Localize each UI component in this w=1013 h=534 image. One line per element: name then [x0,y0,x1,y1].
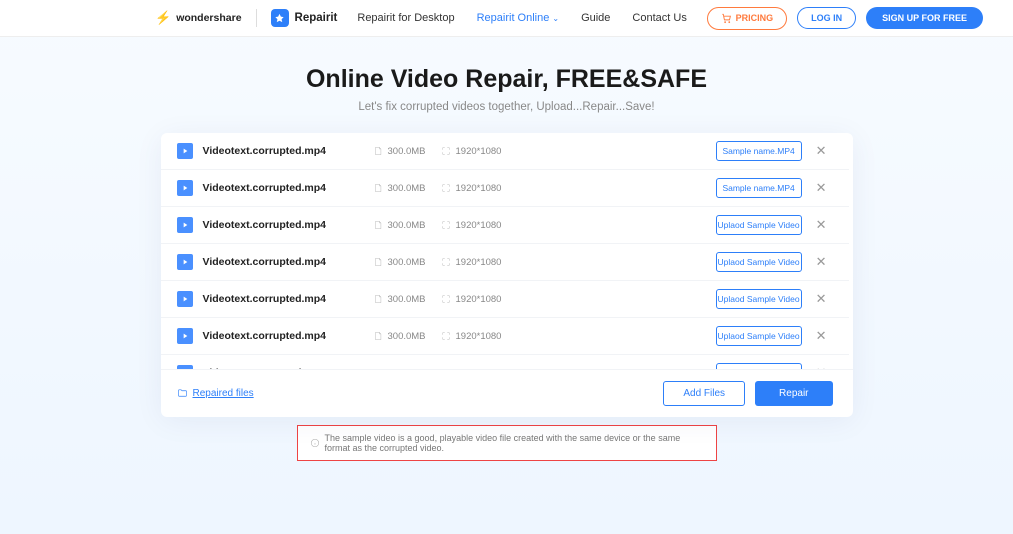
nav-guide[interactable]: Guide [581,12,610,24]
wondershare-logo[interactable]: ⚡ wondershare [155,10,242,26]
sample-button[interactable]: Uplaod Sample Video [716,289,802,309]
hero: Online Video Repair, FREE&SAFE Let's fix… [0,37,1013,133]
file-name: Videotext.corrupted.mp4 [203,145,373,157]
sample-button[interactable]: Uplaod Sample Video [716,252,802,272]
file-dimensions: 1920*1080 [441,331,531,342]
login-button[interactable]: LOG IN [797,7,856,29]
wondershare-text: wondershare [176,12,241,24]
nav-online-label: Repairit Online [477,12,550,24]
pricing-label: PRICING [736,13,774,23]
file-name: Videotext.corrupted.mp4 [203,330,373,342]
file-icon [373,368,383,369]
signup-button[interactable]: SIGN UP FOR FREE [866,7,983,29]
close-icon[interactable]: ✕ [814,180,829,196]
close-icon[interactable]: ✕ [814,254,829,270]
close-icon[interactable]: ✕ [814,365,829,369]
tip-text: The sample video is a good, playable vid… [325,433,704,453]
video-thumb-icon [177,180,193,196]
divider [256,9,257,27]
folder-icon [177,388,188,399]
sample-button[interactable]: Sample name.MP4 [716,178,802,198]
file-name: Videotext.corrupted.mp4 [203,182,373,194]
file-row: Videotext.corrupted.mp4 300.0MB 1920*108… [161,244,849,281]
hero-title: Online Video Repair, FREE&SAFE [0,65,1013,94]
file-size: 300.0MB [373,183,441,194]
close-icon[interactable]: ✕ [814,291,829,307]
close-icon[interactable]: ✕ [814,328,829,344]
dimensions-icon [441,183,451,193]
nav-contact[interactable]: Contact Us [632,12,686,24]
add-files-button[interactable]: Add Files [663,381,745,406]
nav-online[interactable]: Repairit Online ⌄ [477,12,559,24]
video-thumb-icon [177,217,193,233]
repair-button[interactable]: Repair [755,381,832,406]
file-dimensions: 1920*1080 [441,294,531,305]
file-icon [373,331,383,341]
file-name: Videotext.corrupted.mp4 [203,367,373,369]
wondershare-icon: ⚡ [155,10,171,26]
file-dimensions: 1920*1080 [441,220,531,231]
sample-button[interactable]: Uplaod Sample Video [716,215,802,235]
file-row: Videotext.corrupted.mp4 300.0MB 1920*108… [161,170,849,207]
file-row: Videotext.corrupted.mp4 300.0MB 1920*108… [161,355,849,369]
close-icon[interactable]: ✕ [814,217,829,233]
file-size: 300.0MB [373,331,441,342]
repaired-files-label: Repaired files [193,388,254,399]
close-icon[interactable]: ✕ [814,143,829,159]
file-name: Videotext.corrupted.mp4 [203,293,373,305]
nav-desktop[interactable]: Repairit for Desktop [357,12,454,24]
repaired-files-link[interactable]: Repaired files [177,388,254,399]
file-size: 300.0MB [373,368,441,370]
dimensions-icon [441,146,451,156]
dimensions-icon [441,331,451,341]
file-dimensions: 1920*1080 [441,368,531,370]
file-icon [373,183,383,193]
file-size: 300.0MB [373,220,441,231]
video-thumb-icon [177,365,193,369]
dimensions-icon [441,368,451,369]
sample-button[interactable]: Uplaod Sample Video [716,363,802,369]
file-size: 300.0MB [373,294,441,305]
chevron-down-icon: ⌄ [552,14,559,23]
file-icon [373,294,383,304]
info-icon [310,438,320,448]
file-dimensions: 1920*1080 [441,146,531,157]
repairit-text: Repairit [295,12,338,24]
dimensions-icon [441,294,451,304]
file-row: Videotext.corrupted.mp4 300.0MB 1920*108… [161,318,849,355]
file-icon [373,146,383,156]
repairit-icon [271,9,289,27]
dimensions-icon [441,220,451,230]
sample-button[interactable]: Sample name.MP4 [716,141,802,161]
repairit-logo[interactable]: Repairit [271,9,338,27]
file-icon [373,257,383,267]
video-thumb-icon [177,254,193,270]
dimensions-icon [441,257,451,267]
video-thumb-icon [177,291,193,307]
file-size: 300.0MB [373,257,441,268]
file-row: Videotext.corrupted.mp4 300.0MB 1920*108… [161,281,849,318]
panel: Videotext.corrupted.mp4 300.0MB 1920*108… [161,133,853,417]
file-dimensions: 1920*1080 [441,183,531,194]
pricing-button[interactable]: PRICING [707,7,788,30]
sample-button[interactable]: Uplaod Sample Video [716,326,802,346]
header: ⚡ wondershare Repairit Repairit for Desk… [0,0,1013,37]
file-list[interactable]: Videotext.corrupted.mp4 300.0MB 1920*108… [161,133,853,369]
file-dimensions: 1920*1080 [441,257,531,268]
nav: Repairit for Desktop Repairit Online ⌄ G… [357,12,686,24]
cart-icon [721,13,732,24]
panel-footer: Repaired files Add Files Repair [161,369,853,417]
file-name: Videotext.corrupted.mp4 [203,219,373,231]
file-row: Videotext.corrupted.mp4 300.0MB 1920*108… [161,207,849,244]
file-name: Videotext.corrupted.mp4 [203,256,373,268]
video-thumb-icon [177,328,193,344]
video-thumb-icon [177,143,193,159]
file-size: 300.0MB [373,146,441,157]
file-row: Videotext.corrupted.mp4 300.0MB 1920*108… [161,133,849,170]
hero-subtitle: Let's fix corrupted videos together, Upl… [0,101,1013,113]
file-icon [373,220,383,230]
tip-box: The sample video is a good, playable vid… [297,425,717,461]
